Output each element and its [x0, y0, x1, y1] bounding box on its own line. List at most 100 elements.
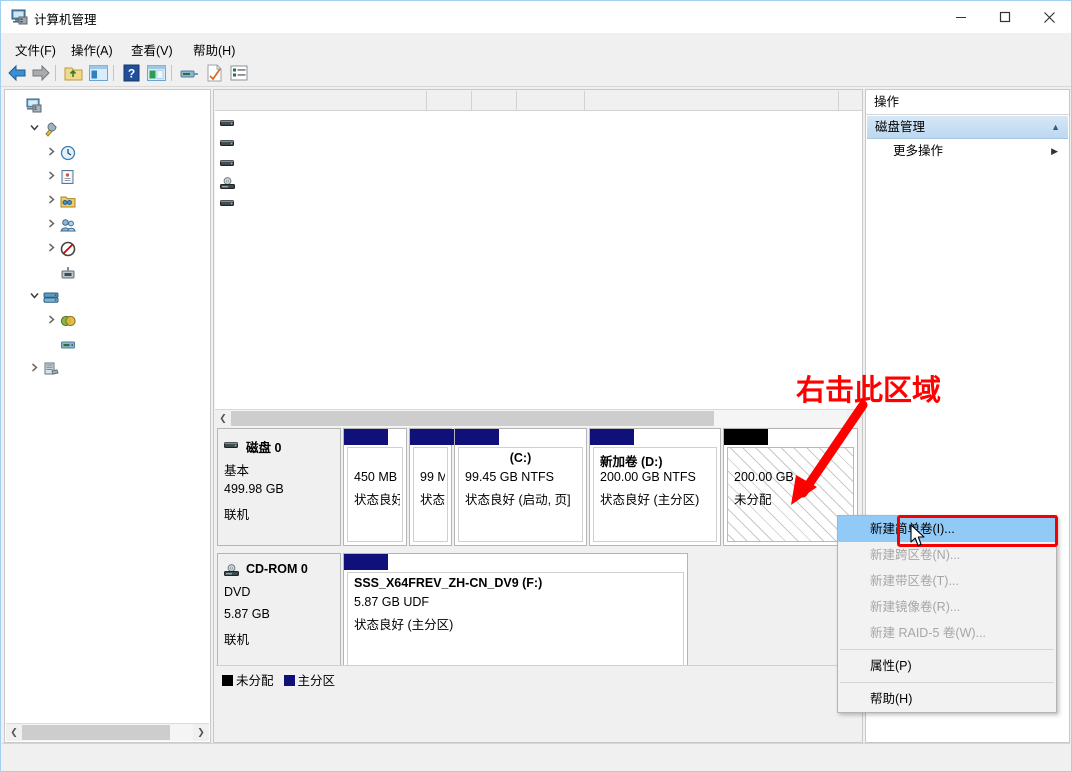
list-scroll-left-arrow[interactable]: ❮ [215, 410, 231, 427]
partition-status: 状态良好 (主分区) [600, 493, 700, 507]
volume-column-header[interactable] [427, 91, 472, 110]
tree-item-task-scheduler-icon[interactable] [5, 141, 210, 165]
partition-size: 450 MB [354, 470, 398, 484]
tree-item-windows-server-backup-icon[interactable] [5, 309, 210, 333]
volume-column-header[interactable] [472, 91, 517, 110]
chevron-up-icon[interactable]: ▲ [1051, 116, 1060, 138]
volume-column-header[interactable] [517, 91, 585, 110]
tree-item-local-users-groups-icon[interactable] [5, 213, 210, 237]
list-scroll-thumb[interactable] [231, 411, 714, 426]
context-menu-item-help[interactable]: 帮助(H) [838, 686, 1056, 712]
tree-expander-icon[interactable] [28, 290, 40, 304]
tree-scroll-thumb[interactable] [22, 725, 170, 740]
local-users-groups-icon [60, 217, 76, 233]
context-menu-item-new-raid5-volume[interactable]: 新建 RAID-5 卷(W)... [838, 620, 1056, 646]
tree-expander-icon[interactable] [28, 362, 40, 376]
tree-expander-icon[interactable] [28, 122, 40, 136]
volume-list-header [215, 91, 862, 111]
tree-scroll-left-arrow[interactable]: ❮ [6, 724, 22, 741]
tree-expander-icon[interactable] [45, 194, 57, 208]
list-scroll-track[interactable] [231, 410, 847, 427]
tree-expander-icon[interactable] [45, 218, 57, 232]
tree-item-storage-icon[interactable] [5, 285, 210, 309]
volume-column-header[interactable] [839, 91, 862, 110]
partition-color-band [344, 429, 388, 445]
tree-item-computer-icon[interactable] [5, 93, 210, 117]
volume-row[interactable] [215, 172, 862, 193]
partition-color-band [455, 429, 499, 445]
tree-item-event-viewer-icon[interactable] [5, 165, 210, 189]
partition-body: 新加卷 (D:) 200.00 GB NTFS 状态良好 (主分区) [593, 447, 717, 542]
tree-horizontal-scrollbar[interactable]: ❮ ❯ [6, 723, 209, 741]
volume-column-header[interactable] [215, 91, 427, 110]
list-scroll-right-arrow[interactable]: ❯ [847, 410, 862, 427]
up-folder-icon[interactable] [63, 63, 84, 83]
legend-swatch [283, 675, 295, 686]
disk-info-panel[interactable]: 磁盘 0 基本 499.98 GB 联机 [217, 428, 341, 546]
partition-block[interactable]: 新加卷 (D:) 200.00 GB NTFS 状态良好 (主分区) [589, 428, 721, 546]
tree-scroll-track[interactable] [22, 724, 193, 741]
tree-item-device-manager-icon[interactable] [5, 261, 210, 285]
partition-block[interactable]: 99 M 状态良 [409, 428, 454, 546]
volume-cell-capacity [843, 112, 862, 131]
partition-body: SSS_X64FREV_ZH-CN_DV9 (F:) 5.87 GB UDF 状态良… [347, 572, 684, 667]
menu-file[interactable]: 文件(F) [9, 38, 62, 61]
legend-label: 主分区 [297, 674, 336, 688]
partition-block[interactable]: SSS_X64FREV_ZH-CN_DV9 (F:) 5.87 GB UDF 状态良… [343, 553, 688, 671]
volume-list-scrollbar[interactable]: ❮ ❯ [215, 409, 862, 427]
tree-scroll-right-arrow[interactable]: ❯ [193, 724, 209, 741]
context-menu-item-new-spanned-volume[interactable]: 新建跨区卷(N)... [838, 542, 1056, 568]
volume-cell-volume [237, 152, 427, 171]
menu-view[interactable]: 查看(V) [125, 38, 179, 61]
legend: 未分配 主分区 [216, 665, 862, 688]
partition-block[interactable]: (C:) 99.45 GB NTFS 状态良好 (启动, 页] [454, 428, 587, 546]
list-view-icon[interactable] [229, 63, 250, 83]
forward-icon[interactable] [30, 63, 51, 83]
tree-expander-icon[interactable] [45, 146, 57, 160]
tree-expander-icon[interactable] [45, 242, 57, 256]
volume-cell-fs [521, 132, 589, 151]
actions-item-more-actions[interactable]: 更多操作 ▶ [867, 140, 1068, 162]
context-menu-item-new-striped-volume[interactable]: 新建带区卷(T)... [838, 568, 1056, 594]
cd-rom-icon [220, 177, 235, 193]
volume-row[interactable] [215, 132, 862, 151]
context-menu-item-properties[interactable]: 属性(P) [838, 653, 1056, 679]
rescan-disks-icon[interactable] [179, 63, 200, 83]
menu-help[interactable]: 帮助(H) [187, 38, 241, 61]
back-icon[interactable] [7, 63, 28, 83]
tree-item-disk-management-icon[interactable] [5, 333, 210, 357]
show-hide-console-tree-icon[interactable] [88, 63, 109, 83]
tree-item-services-applications-icon[interactable] [5, 357, 210, 381]
tree-item-shared-folders-icon[interactable] [5, 189, 210, 213]
properties-icon[interactable] [204, 63, 225, 83]
volume-row[interactable] [215, 112, 862, 131]
volume-row[interactable] [215, 152, 862, 171]
context-menu-item-new-mirrored-volume[interactable]: 新建镜像卷(R)... [838, 594, 1056, 620]
menu-action[interactable]: 操作(A) [65, 38, 119, 61]
disk-info-panel[interactable]: CD-ROM 0 DVD 5.87 GB 联机 [217, 553, 341, 671]
tree-item-performance-icon[interactable] [5, 237, 210, 261]
tree-expander-icon[interactable] [45, 314, 57, 328]
volume-row[interactable] [215, 192, 862, 211]
task-scheduler-icon [60, 145, 76, 161]
partition-block[interactable]: 450 MB 状态良好 [343, 428, 407, 546]
volume-column-header[interactable] [585, 91, 839, 110]
show-hide-action-pane-icon[interactable] [146, 63, 167, 83]
maximize-button[interactable] [983, 1, 1027, 33]
volume-cell-type [476, 152, 521, 171]
close-button[interactable] [1027, 1, 1071, 33]
minimize-button[interactable] [939, 1, 983, 33]
partition-title: SSS_X64FREV_ZH-CN_DV9 (F:) [354, 576, 543, 590]
title-bar: 计算机管理 [1, 1, 1071, 33]
help-icon[interactable]: ? [121, 63, 142, 83]
partition-status: 状态良 [420, 493, 445, 507]
partition-size: 200.00 GB [734, 470, 794, 484]
context-menu-item-new-simple-volume[interactable]: 新建简单卷(I)... [838, 516, 1056, 542]
tree-item-system-tools-icon[interactable] [5, 117, 210, 141]
disk-management-icon [60, 337, 76, 353]
tree-expander-icon[interactable] [45, 170, 57, 184]
partition-color-band [344, 554, 388, 570]
partition-size: 200.00 GB NTFS [600, 470, 696, 484]
partition-status: 状态良好 (启动, 页] [465, 493, 571, 507]
actions-group-disk-management[interactable]: 磁盘管理 ▲ [867, 115, 1068, 139]
